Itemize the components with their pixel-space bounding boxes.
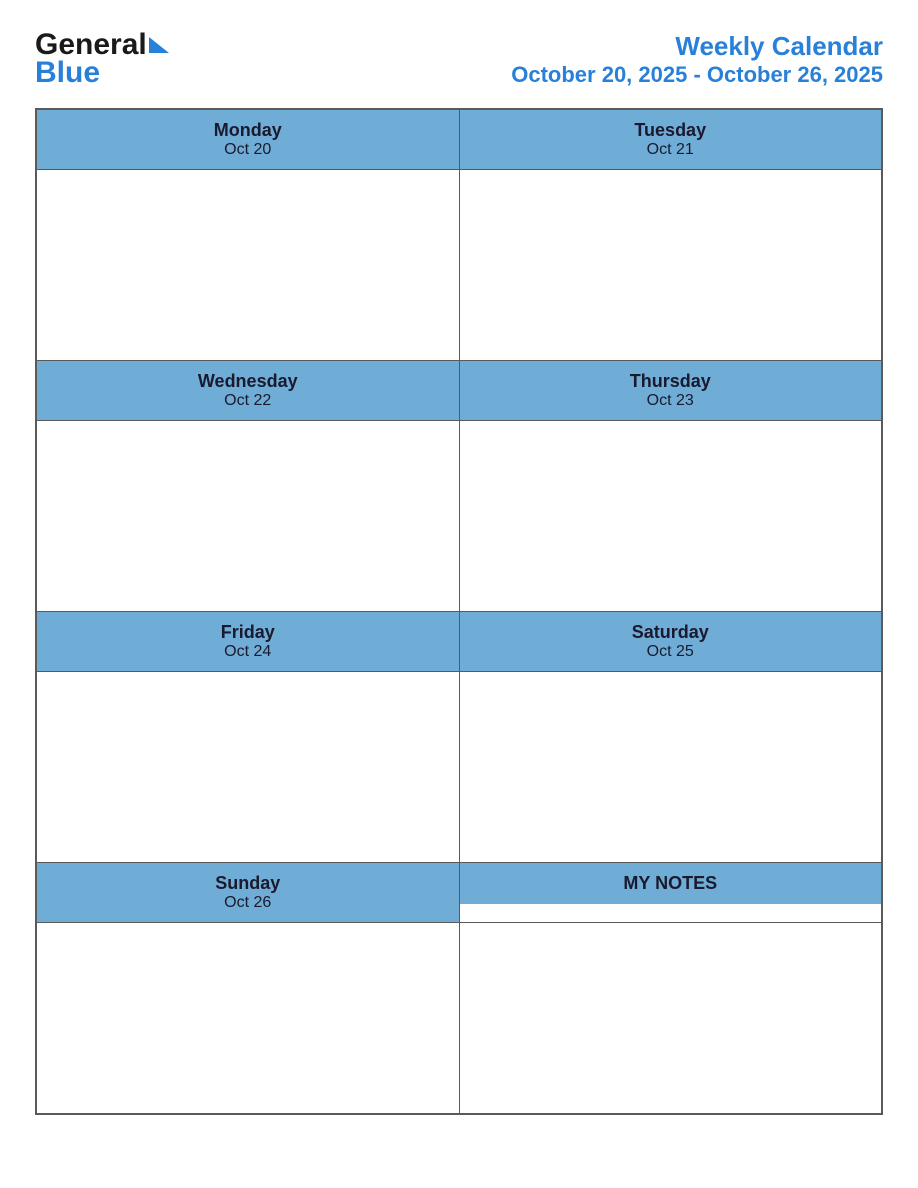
tuesday-header-cell: Tuesday Oct 21 [459,109,882,170]
row-wed-thu-content [36,421,882,612]
monday-header-cell: Monday Oct 20 [36,109,459,170]
wednesday-header-cell: Wednesday Oct 22 [36,361,459,421]
sunday-content[interactable] [36,923,459,1115]
sunday-name: Sunday [42,873,454,894]
sunday-date: Oct 26 [42,894,454,912]
row-sun-notes-content [36,923,882,1115]
calendar-table: Monday Oct 20 Tuesday Oct 21 Wednesday O… [35,108,883,1115]
notes-label: MY NOTES [465,873,877,894]
wednesday-date: Oct 22 [42,392,454,410]
notes-header: MY NOTES [460,863,882,904]
thursday-content[interactable] [459,421,882,612]
logo-triangle-icon [149,37,169,53]
logo: General Blue [35,30,169,88]
thursday-name: Thursday [465,371,877,392]
tuesday-name: Tuesday [465,120,877,141]
notes-content[interactable] [459,923,882,1115]
calendar-title-block: Weekly Calendar October 20, 2025 - Octob… [511,31,883,88]
saturday-name: Saturday [465,622,877,643]
notes-header-cell: MY NOTES [459,863,882,923]
friday-header: Friday Oct 24 [37,612,459,671]
friday-content[interactable] [36,672,459,863]
saturday-header: Saturday Oct 25 [460,612,882,671]
saturday-date: Oct 25 [465,643,877,661]
friday-date: Oct 24 [42,643,454,661]
monday-name: Monday [42,120,454,141]
wednesday-content[interactable] [36,421,459,612]
row-fri-sat-content [36,672,882,863]
monday-header: Monday Oct 20 [37,110,459,169]
row-sun-notes-header: Sunday Oct 26 MY NOTES [36,863,882,923]
calendar-title: Weekly Calendar [511,31,883,62]
calendar-date-range: October 20, 2025 - October 26, 2025 [511,62,883,88]
thursday-header-cell: Thursday Oct 23 [459,361,882,421]
sunday-header-cell: Sunday Oct 26 [36,863,459,923]
wednesday-header: Wednesday Oct 22 [37,361,459,420]
thursday-header: Thursday Oct 23 [460,361,882,420]
saturday-content[interactable] [459,672,882,863]
tuesday-header: Tuesday Oct 21 [460,110,882,169]
row-fri-sat-header: Friday Oct 24 Saturday Oct 25 [36,612,882,672]
row-mon-tue-header: Monday Oct 20 Tuesday Oct 21 [36,109,882,170]
sunday-header: Sunday Oct 26 [37,863,459,922]
friday-name: Friday [42,622,454,643]
saturday-header-cell: Saturday Oct 25 [459,612,882,672]
row-wed-thu-header: Wednesday Oct 22 Thursday Oct 23 [36,361,882,421]
tuesday-date: Oct 21 [465,141,877,159]
monday-date: Oct 20 [42,141,454,159]
friday-header-cell: Friday Oct 24 [36,612,459,672]
logo-blue-text: Blue [35,58,100,88]
row-mon-tue-content [36,170,882,361]
tuesday-content[interactable] [459,170,882,361]
thursday-date: Oct 23 [465,392,877,410]
page-header: General Blue Weekly Calendar October 20,… [35,30,883,88]
monday-content[interactable] [36,170,459,361]
wednesday-name: Wednesday [42,371,454,392]
